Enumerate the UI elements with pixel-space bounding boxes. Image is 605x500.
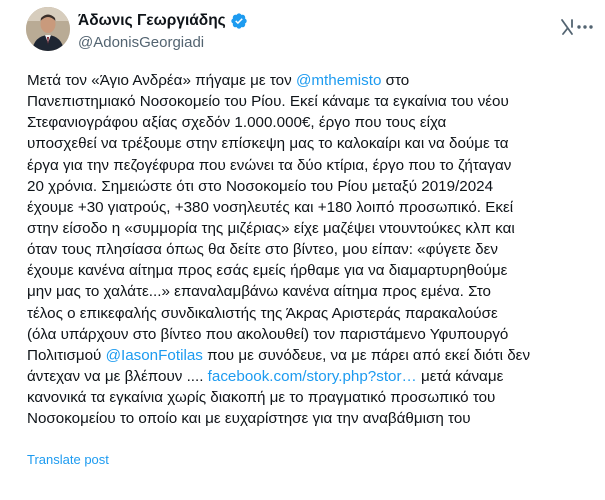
text-segment: 20 χρόνια. Σημειώστε ότι στο Νοσοκομείο … [27,177,494,195]
text-segment: που με συνόδευε, να με πάρει από εκεί δι… [202,346,531,364]
person-avatar-icon[interactable] [26,7,70,51]
text-segment: έχουμε κανένα αίτημα προς εσάς εμείς ήρθ… [27,262,508,280]
author-handle[interactable]: @AdonisGeorgiadi [78,34,248,51]
text-segment: έχουμε +30 γιατρούς, +380 νοσηλευτές και… [27,198,514,216]
tweet-text-line: υποσχεθεί να τρέξουμε στην επίσκεψη μας … [27,133,587,154]
text-segment: στο [381,72,410,89]
external-link[interactable]: facebook.com/story.php?stor… [208,368,417,385]
text-segment: τέλος ο επικεφαλής συνδικαλιστής της Άκρ… [27,304,498,322]
text-segment: Στεφανιογράφου αξίας σχεδόν 1.000.000€, … [27,114,447,132]
tweet-text-line: στην είσοδο η «συμμορία της μιζέριας» εί… [27,218,587,239]
text-segment: όταν τους πλησίασα όπως θα δείτε στο βίν… [27,241,498,259]
tweet-text-line: άντεχαν να με βλέπουν .... facebook.com/… [27,366,587,387]
more-options-icon[interactable] [575,17,595,37]
text-segment: έργα για την πεζογέφυρα που ενώνει τα δύ… [27,156,512,174]
text-segment: μην μας το χαλάτε...» επαναλαμβάνω κανέν… [27,283,491,301]
tweet-text-line: μην μας το χαλάτε...» επαναλαμβάνω κανέν… [27,281,587,302]
tweet-text-line: Νοσοκομείου το οποίο και με ευχαρίστησε … [27,408,587,429]
verified-badge-icon [230,12,248,30]
text-segment: στην είσοδο η «συμμορία της μιζέριας» εί… [27,219,515,237]
text-segment: Μετά τον «Άγιο Ανδρέα» πήγαμε με τον [27,72,296,89]
tweet-text-line: (όλα υπάρχουν στο βίντεο που ακολουθεί) … [27,324,587,345]
tweet-text-line: έχουμε +30 γιατρούς, +380 νοσηλευτές και… [27,197,587,218]
tweet-text-line: κανονικά τα εγκαίνια χωρίς διακοπή με το… [27,387,587,408]
text-segment: (όλα υπάρχουν στο βίντεο που ακολουθεί) … [27,325,509,343]
tweet-card: Άδωνις Γεωργιάδης @AdonisGeorgiadi Μετά … [0,0,605,500]
text-segment: μετά κάναμε [416,367,504,385]
text-segment: υποσχεθεί να τρέξουμε στην επίσκεψη μας … [27,135,509,153]
author-display-name[interactable]: Άδωνις Γεωργιάδης [78,12,226,30]
tweet-text-line: έχουμε κανένα αίτημα προς εσάς εμείς ήρθ… [27,260,587,281]
tweet-header: Άδωνις Γεωργιάδης @AdonisGeorgiadi [26,5,593,63]
tweet-text-line: Στεφανιογράφου αξίας σχεδόν 1.000.000€, … [27,112,587,133]
tweet-text-line: όταν τους πλησίασα όπως θα δείτε στο βίν… [27,239,587,260]
tweet-text-line: Πολιτισμού @IasonFotilas που με συνόδευε… [27,345,587,366]
author-names: Άδωνις Γεωργιάδης @AdonisGeorgiadi [78,11,248,51]
translate-post-link[interactable]: Translate post [27,452,109,467]
text-segment: άντεχαν να με βλέπουν .... [27,367,208,385]
tweet-text-line: έργα για την πεζογέφυρα που ενώνει τα δύ… [27,155,587,176]
text-segment: κανονικά τα εγκαίνια χωρίς διακοπή με το… [27,389,496,407]
user-mention[interactable]: @IasonFotilas [106,347,203,364]
text-segment: Πολιτισμού [27,346,106,364]
text-segment: Νοσοκομείου το οποίο και με ευχαρίστησε … [27,410,471,428]
tweet-text-line: 20 χρόνια. Σημειώστε ότι στο Νοσοκομείο … [27,176,587,197]
text-segment: Πανεπιστημιακό Νοσοκομείο του Ρίου. Εκεί… [27,93,509,111]
tweet-text: Μετά τον «Άγιο Ανδρέα» πήγαμε με τον @mt… [27,70,587,429]
tweet-text-line: Πανεπιστημιακό Νοσοκομείο του Ρίου. Εκεί… [27,91,587,112]
tweet-text-line: τέλος ο επικεφαλής συνδικαλιστής της Άκρ… [27,303,587,324]
tweet-text-line: Μετά τον «Άγιο Ανδρέα» πήγαμε με τον @mt… [27,70,587,91]
user-mention[interactable]: @mthemisto [296,72,381,89]
